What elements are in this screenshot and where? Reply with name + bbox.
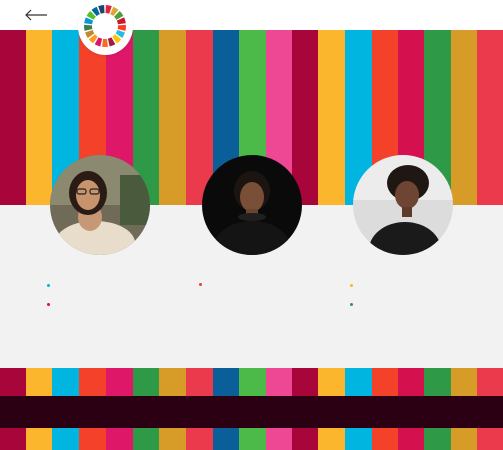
sdg-stripe bbox=[26, 30, 52, 205]
wheel-segment bbox=[98, 5, 105, 14]
sdg-color-wheel-icon bbox=[84, 5, 126, 48]
footer-band bbox=[0, 396, 503, 428]
bullet-dot bbox=[199, 283, 202, 286]
page bbox=[0, 0, 503, 450]
avatar-photo-2 bbox=[202, 155, 302, 255]
bullet-dot bbox=[350, 303, 353, 306]
bullet-dot bbox=[47, 303, 50, 306]
bullet-dot bbox=[350, 284, 353, 287]
arrow-left-icon bbox=[25, 9, 47, 21]
bullet-dot bbox=[47, 284, 50, 287]
sdg-stripe bbox=[477, 30, 503, 205]
avatar-photo-1 bbox=[50, 155, 150, 255]
sdg-logo[interactable] bbox=[78, 0, 133, 55]
sdg-stripe bbox=[292, 30, 318, 205]
sdg-stripe bbox=[0, 30, 26, 205]
top-bar bbox=[0, 0, 503, 30]
sdg-stripe bbox=[159, 30, 186, 205]
avatar-photo-3 bbox=[353, 155, 453, 255]
wheel-segment bbox=[105, 5, 112, 14]
wheel-segment bbox=[84, 24, 93, 31]
back-button[interactable] bbox=[22, 6, 48, 24]
wheel-segment bbox=[101, 38, 109, 48]
sdg-stripe bbox=[318, 30, 345, 205]
wheel-segment bbox=[117, 24, 126, 31]
sdg-stripe bbox=[451, 30, 477, 205]
